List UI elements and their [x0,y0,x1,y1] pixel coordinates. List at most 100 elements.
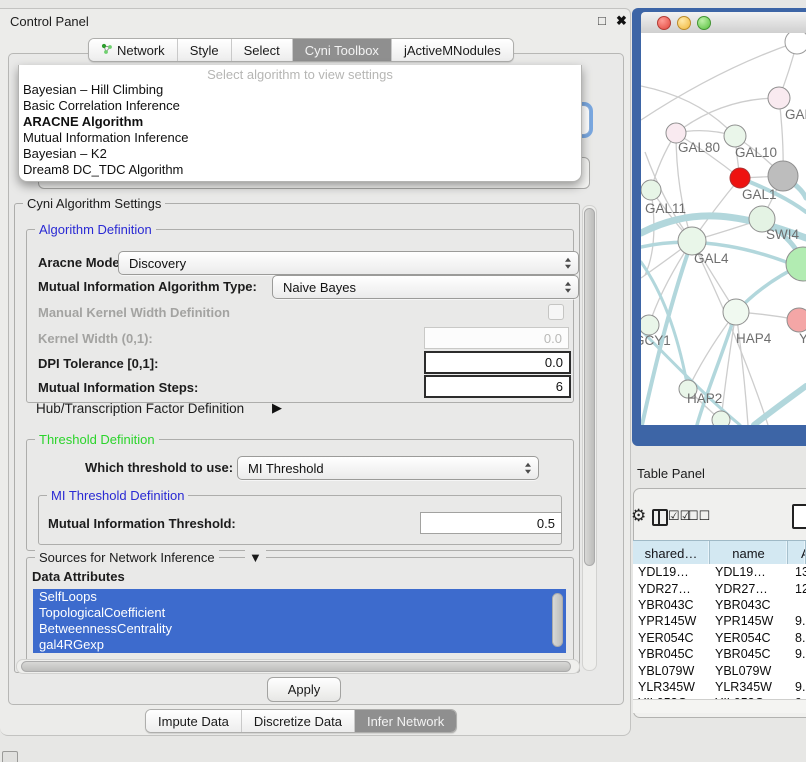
table-row[interactable]: YBR043CYBR043C [633,597,806,613]
tab-infer-network[interactable]: Infer Network [354,710,456,732]
sources-collapse-arrow-icon[interactable]: ▼ [245,550,266,565]
network-node[interactable] [641,315,659,335]
mi-type-combobox[interactable]: Naive Bayes [272,275,579,299]
tab-cyni-toolbox[interactable]: Cyni Toolbox [292,39,391,61]
aracne-mode-label: Aracne Mode: [38,255,124,270]
aracne-mode-combobox[interactable]: Discovery [118,251,579,275]
settings-horizontal-scrollbar-thumb[interactable] [21,661,571,672]
table-row[interactable]: YDL19…YDL19…13 [633,564,806,580]
deselect-all-rows-icon[interactable]: ☐☐ [687,508,710,524]
dropdown-placeholder: Select algorithm to view settings [19,67,581,82]
zoom-window-icon[interactable] [697,16,711,30]
tab-discretize-data[interactable]: Discretize Data [241,710,354,732]
table-header: shared… name A [633,540,806,566]
which-threshold-combobox[interactable]: MI Threshold [237,456,539,480]
dropdown-item[interactable]: Dream8 DC_TDC Algorithm [23,162,183,177]
file-export-icon[interactable] [792,504,806,529]
network-node[interactable] [641,180,661,200]
table-row[interactable]: YBR045CYBR045C9. [633,646,806,662]
close-window-icon[interactable] [657,16,671,30]
control-panel: Control Panel □ ✖ Network Style Select C… [0,8,631,736]
table-panel-title: Table Panel [637,466,705,481]
settings-vertical-scrollbar[interactable] [582,205,597,671]
collapsed-panel-icon[interactable] [2,751,18,762]
network-node[interactable] [723,299,749,325]
which-threshold-label: Which threshold to use: [85,460,233,475]
mi-threshold-label: Mutual Information Threshold: [48,516,236,531]
table-horizontal-scrollbar[interactable] [633,699,806,713]
control-panel-tabbar: Network Style Select Cyni Toolbox jActiv… [88,38,514,62]
dropdown-item[interactable]: Basic Correlation Inference [23,98,180,113]
table-body[interactable]: YDL19…YDL19…13 YDR27…YDR27…12 YBR043CYBR… [633,564,806,712]
network-edge[interactable] [736,312,748,425]
table-row[interactable]: YBL079WYBL079W [633,662,806,678]
group-title: Cyni Algorithm Settings [23,196,165,211]
network-node-label: GAL [785,107,806,122]
tab-label: Select [244,43,280,58]
network-node-label: GAL4 [694,251,729,266]
dropdown-item[interactable]: Mutual Information Inference [23,130,188,145]
dpi-tolerance-field[interactable]: 0.0 [424,351,571,374]
network-node[interactable] [787,308,806,332]
mi-type-value: Naive Bayes [283,280,356,295]
apply-button[interactable]: Apply [267,677,341,702]
list-item[interactable]: gal4RGexp [33,637,566,653]
network-node[interactable] [730,168,750,188]
bottom-tabbar: Impute Data Discretize Data Infer Networ… [145,709,457,733]
stepper-arrows-icon [525,463,531,474]
mi-threshold-field[interactable]: 0.5 [420,512,562,534]
mi-steps-label: Mutual Information Steps: [38,380,198,395]
manual-kernel-checkbox[interactable] [548,304,564,320]
tab-jactivemnodules[interactable]: jActiveMNodules [391,39,513,61]
group-title: Threshold Definition [35,432,159,447]
network-canvas[interactable]: GALGAL80GAL10GAL1GAL11SWI4GAL4GCY1HAP4YH… [641,33,806,425]
tab-style[interactable]: Style [177,39,231,61]
network-node-label: GAL1 [742,187,777,202]
tab-label: Discretize Data [254,714,342,729]
network-edge[interactable] [721,312,736,420]
dropdown-item-selected[interactable]: ARACNE Algorithm [23,114,143,129]
tab-label: Network [117,43,165,58]
network-tab-icon [101,43,113,58]
mi-steps-field[interactable]: 6 [424,375,571,398]
settings-vertical-scrollbar-thumb[interactable] [584,208,595,566]
network-edge[interactable] [697,312,736,425]
column-header-shared-name[interactable]: shared… [633,541,710,565]
float-panel-icon[interactable]: □ [598,13,606,28]
network-window-titlebar [641,12,806,34]
table-row[interactable]: YPR145WYPR145W9. [633,613,806,629]
list-scrollbar-thumb[interactable] [552,593,563,647]
network-graph[interactable]: GALGAL80GAL10GAL1GAL11SWI4GAL4GCY1HAP4YH… [641,33,806,425]
table-row[interactable]: YLR345WYLR345W9. [633,679,806,695]
split-columns-icon[interactable] [652,509,668,526]
data-attributes-list: SelfLoops TopologicalCoefficient Between… [33,589,566,653]
dropdown-item[interactable]: Bayesian – Hill Climbing [23,82,163,97]
minimize-window-icon[interactable] [677,16,691,30]
network-node[interactable] [785,33,806,54]
tab-select[interactable]: Select [231,39,292,61]
kernel-width-field[interactable]: 0.0 [424,327,569,349]
control-panel-title: Control Panel [10,14,89,29]
settings-horizontal-scrollbar[interactable] [16,659,580,674]
tab-impute-data[interactable]: Impute Data [146,710,241,732]
network-node[interactable] [712,411,730,425]
gear-icon[interactable]: ⚙ [631,506,646,526]
network-node-label: HAP2 [687,391,722,406]
close-panel-icon[interactable]: ✖ [616,13,627,29]
hub-expand-arrow-icon[interactable]: ▶ [272,400,282,416]
list-item[interactable]: TopologicalCoefficient [33,605,566,621]
list-item[interactable]: BetweennessCentrality [33,621,566,637]
list-item[interactable]: SelfLoops [33,589,566,605]
aracne-mode-value: Discovery [129,256,186,271]
column-header-partial[interactable]: A [788,541,806,565]
tab-label: Cyni Toolbox [305,43,379,58]
dropdown-item[interactable]: Bayesian – K2 [23,146,107,161]
table-row[interactable]: YER054CYER054C8. [633,630,806,646]
tab-network[interactable]: Network [89,39,177,61]
network-node[interactable] [768,87,790,109]
network-node[interactable] [786,247,806,281]
column-header-name[interactable]: name [710,541,788,565]
network-node-label: Y [799,331,806,346]
network-node[interactable] [724,125,746,147]
table-row[interactable]: YDR27…YDR27…12 [633,580,806,596]
